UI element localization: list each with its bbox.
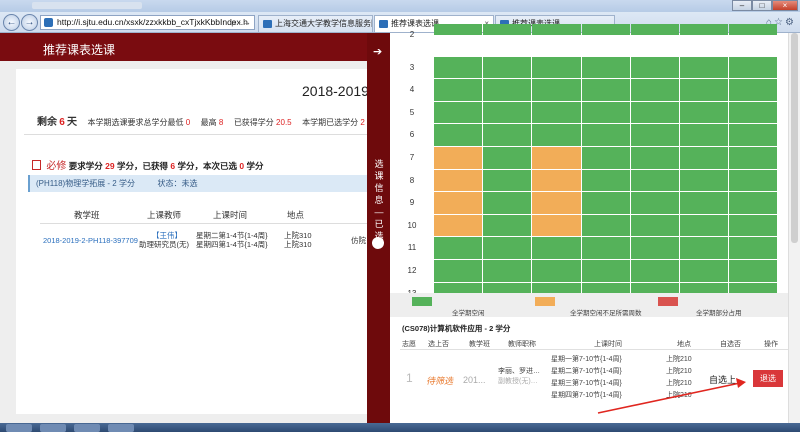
required-unit-3: 学分 bbox=[246, 161, 264, 171]
class-place-2: 上院310 bbox=[284, 240, 312, 249]
table-header-divider bbox=[40, 223, 367, 224]
selected-count-badge bbox=[372, 237, 384, 249]
taskbar-item[interactable] bbox=[74, 424, 100, 432]
page-header: 推荐课表选课 bbox=[0, 33, 367, 61]
selected-info-panel: 2345678910111213 全学期空闲 全学期空闲不足所需周数 全学期部分… bbox=[390, 24, 800, 423]
required-credit-label: 要求学分 bbox=[68, 161, 103, 171]
address-bar[interactable]: http://i.sjtu.edu.cn/xsxk/zzxkkbb_cxTjxk… bbox=[40, 15, 255, 30]
tab-label: 上海交通大学教学信息服务网 bbox=[275, 19, 373, 28]
credit-info-line: 剩余 6 天 本学期选课要求总学分最低 0 最高 8 已获得学分 20.5 本学… bbox=[37, 113, 365, 128]
side-panel: ➔ 选课信息—已选 bbox=[367, 33, 390, 423]
tab-sjtu-portal[interactable]: 上海交通大学教学信息服务网 bbox=[258, 15, 373, 32]
maximize-button[interactable]: □ bbox=[752, 0, 772, 11]
tab-label: 推荐课表选课 bbox=[391, 19, 439, 28]
window-title-blurred bbox=[32, 2, 142, 9]
forward-icon[interactable]: → bbox=[21, 14, 38, 31]
taskbar-item[interactable] bbox=[6, 424, 32, 432]
required-earned-value: 6 bbox=[170, 161, 176, 171]
minimize-button[interactable]: – bbox=[732, 0, 752, 11]
course-bar-title: (PH118)物理学拓展 - 2 学分 bbox=[36, 179, 135, 188]
class-id-link[interactable]: 2018-2019-2-PH118-397709 bbox=[43, 236, 138, 245]
selected-credit-value: 2 bbox=[360, 118, 365, 127]
required-unit-1: 学分，已获得 bbox=[116, 161, 168, 171]
remaining-unit: 天 bbox=[67, 117, 78, 128]
site-favicon-icon bbox=[44, 18, 53, 27]
min-credit-label: 本学期选课要求总学分最低 bbox=[87, 118, 184, 127]
remaining-label: 剩余 bbox=[37, 117, 57, 128]
class-time-2: 星期四第1-4节{1-4周} bbox=[196, 240, 268, 249]
course-bar-status: 状态：未选 bbox=[157, 179, 198, 188]
max-credit-label: 最高 bbox=[200, 118, 217, 127]
class-extra: 仿院 bbox=[351, 236, 366, 245]
book-icon bbox=[32, 160, 41, 170]
vertical-scrollbar[interactable] bbox=[788, 33, 800, 423]
required-summary: 必修 要求学分 29 学分，已获得 6 学分，本次已选 0 学分 bbox=[32, 157, 264, 172]
window-titlebar: – □ × bbox=[0, 0, 800, 12]
max-credit-value: 8 bbox=[218, 118, 224, 127]
earned-credit-value: 20.5 bbox=[276, 118, 292, 127]
course-bar-ph118[interactable]: (PH118)物理学拓展 - 2 学分 状态：未选 bbox=[28, 175, 367, 192]
collapse-arrow-icon[interactable]: ➔ bbox=[373, 45, 382, 58]
col-header-time: 上课时间 bbox=[213, 210, 248, 220]
taskbar-item[interactable] bbox=[40, 424, 66, 432]
scrollbar-thumb[interactable] bbox=[791, 33, 798, 243]
col-header-class: 教学班 bbox=[74, 210, 100, 220]
tab-favicon-icon bbox=[379, 20, 388, 28]
required-current-value: 0 bbox=[239, 161, 245, 171]
taskbar bbox=[0, 423, 800, 432]
required-credit-value: 29 bbox=[105, 161, 115, 171]
min-credit-value: 0 bbox=[185, 118, 191, 127]
page: 推荐课表选课 2018-2019 剩余 6 天 本学期选课要求总学分最低 0 最… bbox=[0, 24, 800, 423]
address-tools[interactable]: ρ - → bbox=[231, 16, 251, 29]
side-panel-label[interactable]: 选课信息—已选 bbox=[373, 158, 385, 242]
annotation-arrow-icon bbox=[597, 378, 746, 414]
teacher-name: 【王伟】 bbox=[152, 231, 182, 240]
taskbar-item[interactable] bbox=[108, 424, 134, 432]
teacher-title: 助理研究员(无) bbox=[139, 240, 189, 249]
class-place-1: 上院310 bbox=[284, 231, 312, 240]
close-button[interactable]: × bbox=[772, 0, 798, 11]
page-title: 推荐课表选课 bbox=[43, 43, 116, 57]
divider bbox=[24, 134, 367, 135]
back-icon[interactable]: ← bbox=[3, 14, 20, 31]
col-header-teacher: 上课教师 bbox=[147, 210, 182, 220]
required-title: 必修 bbox=[46, 161, 67, 172]
url-text: http://i.sjtu.edu.cn/xsxk/zzxkkbb_cxTjxk… bbox=[57, 17, 248, 27]
remaining-days: 6 bbox=[59, 117, 65, 128]
required-unit-2: 学分，本次已选 bbox=[177, 161, 237, 171]
earned-credit-label: 已获得学分 bbox=[233, 118, 274, 127]
selected-credit-label: 本学期已选学分 bbox=[302, 118, 359, 127]
academic-year: 2018-2019 bbox=[302, 83, 369, 99]
class-time-1: 星期二第1-4节{1-4周} bbox=[196, 231, 268, 240]
col-header-place: 地点 bbox=[287, 210, 305, 220]
tab-favicon-icon bbox=[263, 20, 272, 28]
window-controls: – □ × bbox=[732, 0, 798, 11]
